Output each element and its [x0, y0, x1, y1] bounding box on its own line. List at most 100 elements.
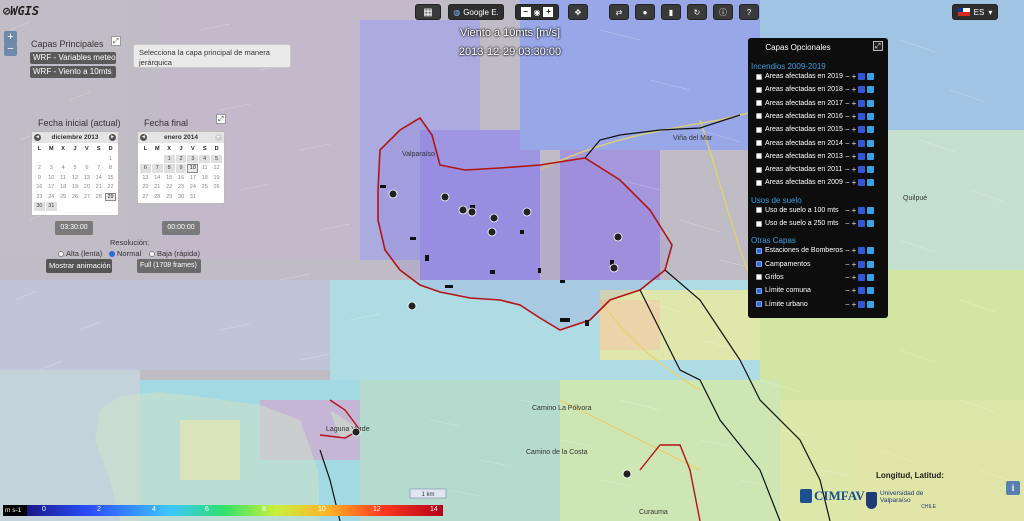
calendar-day[interactable]: 31 — [45, 202, 57, 211]
download-icon[interactable] — [858, 287, 866, 295]
layer-checkbox[interactable] — [756, 287, 762, 294]
calendar-day[interactable]: 26 — [211, 183, 222, 192]
minus-icon[interactable]: − — [845, 85, 850, 94]
res-alta-radio[interactable]: Alta (lenta) — [58, 249, 102, 258]
next-month-icon[interactable]: ▸ — [108, 134, 116, 141]
download-icon[interactable] — [858, 273, 866, 281]
plus-icon[interactable]: + — [852, 178, 857, 187]
minus-icon[interactable]: − — [845, 152, 850, 161]
animation-speed-control[interactable]: − ◉ + — [515, 4, 559, 20]
start-date-calendar[interactable]: ◂ diciembre 2013 ▸ L M X J V S D 1 2 3 4 5 6 7 8 9 10 11 1… — [31, 131, 119, 216]
layer-checkbox[interactable] — [756, 220, 762, 227]
calendar-day[interactable]: 17 — [46, 183, 57, 192]
prev-month-icon[interactable]: ◂ — [34, 134, 41, 141]
minus-icon[interactable]: − — [845, 165, 850, 174]
calendar-day[interactable]: 8 — [163, 164, 175, 173]
calendar-day[interactable]: 2 — [34, 164, 45, 173]
download-icon[interactable] — [858, 206, 866, 214]
minus-icon[interactable]: − — [845, 300, 850, 309]
minus-icon[interactable]: − — [845, 99, 850, 108]
calendar-day[interactable]: 27 — [81, 193, 92, 202]
layer-checkbox[interactable] — [756, 100, 762, 107]
calendar-day[interactable]: 25 — [58, 193, 69, 202]
calendar-day[interactable] — [58, 155, 69, 164]
layer-row[interactable]: Areas afectadas en 2013 — [756, 153, 843, 160]
minus-icon[interactable]: − — [845, 178, 850, 187]
calendar-day[interactable]: 16 — [176, 174, 187, 183]
download-icon[interactable] — [858, 166, 866, 174]
calendar-day[interactable]: 3 — [187, 154, 199, 163]
locate-button[interactable]: ✥ — [568, 4, 588, 20]
layer-checkbox[interactable] — [756, 73, 762, 80]
calendar-day[interactable]: 13 — [81, 174, 92, 183]
calendar-day[interactable]: 27 — [140, 193, 151, 202]
layer-row[interactable]: Uso de suelo a 100 mts — [756, 207, 839, 214]
calendar-day[interactable]: 6 — [81, 164, 92, 173]
plus-icon[interactable]: + — [852, 246, 857, 255]
download-icon[interactable] — [858, 86, 866, 94]
layer-checkbox[interactable] — [756, 166, 762, 173]
layer-checkbox[interactable] — [756, 274, 762, 281]
calendar-day[interactable]: 29 — [164, 193, 175, 202]
plus-icon[interactable]: + — [852, 260, 857, 269]
calendar-day[interactable]: 6 — [140, 164, 151, 173]
language-select[interactable]: ES ▾ — [952, 4, 998, 20]
layer-checkbox[interactable] — [756, 207, 762, 214]
help-button[interactable]: ? — [739, 4, 759, 20]
minus-icon[interactable]: − — [845, 125, 850, 134]
layer-info-icon[interactable] — [867, 166, 875, 174]
plus-icon[interactable]: + — [852, 152, 857, 161]
layer-checkbox[interactable] — [756, 113, 762, 120]
layer-row[interactable]: Límite comuna — [756, 287, 811, 294]
layer-row[interactable]: Uso de suelo a 250 mts — [756, 220, 839, 227]
calendar-day[interactable]: 1 — [105, 155, 116, 164]
layer-row[interactable]: Areas afectadas en 2019 — [756, 73, 843, 80]
layout-grid-button[interactable]: ▦ — [415, 4, 441, 20]
shuffle-button[interactable]: ⇄ — [609, 4, 629, 20]
calendar-day[interactable] — [105, 202, 116, 211]
info-button[interactable]: ⓘ — [713, 4, 733, 20]
res-baja-radio[interactable]: Baja (rápida) — [149, 249, 200, 258]
layer-row[interactable]: Areas afectadas en 2014 — [756, 140, 843, 147]
plus-icon[interactable]: + — [852, 125, 857, 134]
res-normal-radio[interactable]: Normal — [109, 249, 141, 258]
layer-info-icon[interactable] — [867, 152, 875, 160]
calendar-day[interactable]: 25 — [199, 183, 210, 192]
end-date-calendar[interactable]: ◂ enero 2014 ▸ L M X J V S D 1 2 3 4 5 6 7 8 9 10 11 12 13 1… — [137, 131, 225, 204]
calendar-day[interactable]: 12 — [211, 164, 222, 173]
plus-icon[interactable]: + — [852, 206, 857, 215]
calendar-day[interactable]: 18 — [199, 174, 210, 183]
start-time-select[interactable]: 03:30:00 — [55, 221, 93, 235]
calendar-day[interactable]: 7 — [151, 164, 163, 173]
prev-month-icon[interactable]: ◂ — [140, 134, 147, 141]
layer-row[interactable]: Estaciones de Bomberos — [756, 247, 843, 254]
calendar-day[interactable]: 20 — [140, 183, 151, 192]
download-icon[interactable] — [858, 112, 866, 120]
calendar-day[interactable] — [93, 202, 104, 211]
next-month-icon[interactable]: ▸ — [215, 134, 222, 141]
layer-info-icon[interactable] — [867, 273, 875, 281]
calendar-day[interactable]: 23 — [176, 183, 187, 192]
plus-icon[interactable]: + — [852, 72, 857, 81]
speed-minus-button[interactable]: − — [520, 7, 531, 17]
calendar-day[interactable]: 15 — [105, 174, 116, 183]
layer-checkbox[interactable] — [756, 140, 762, 146]
calendar-day[interactable] — [211, 193, 222, 202]
calendar-day[interactable]: 2 — [175, 154, 187, 163]
layer-row[interactable]: Areas afectadas en 2017 — [756, 100, 843, 107]
chart-button[interactable]: ▮ — [661, 4, 681, 20]
minus-icon[interactable]: − — [845, 273, 850, 282]
calendar-day[interactable] — [199, 193, 210, 202]
layer-select-1[interactable]: WRF - Variables meteo — [30, 52, 116, 64]
calendar-day[interactable]: 4 — [58, 164, 69, 173]
download-icon[interactable] — [858, 260, 866, 268]
zoom-out-button[interactable]: − — [4, 43, 17, 56]
minus-icon[interactable]: − — [845, 112, 850, 121]
calendar-day[interactable]: 9 — [34, 174, 45, 183]
calendar-day[interactable] — [81, 155, 92, 164]
layer-info-icon[interactable] — [867, 86, 875, 94]
layer-row[interactable]: Límite urbano — [756, 301, 808, 308]
minus-icon[interactable]: − — [845, 206, 850, 215]
minus-icon[interactable]: − — [845, 219, 850, 228]
layer-row[interactable]: Areas afectadas en 2018 — [756, 86, 843, 93]
